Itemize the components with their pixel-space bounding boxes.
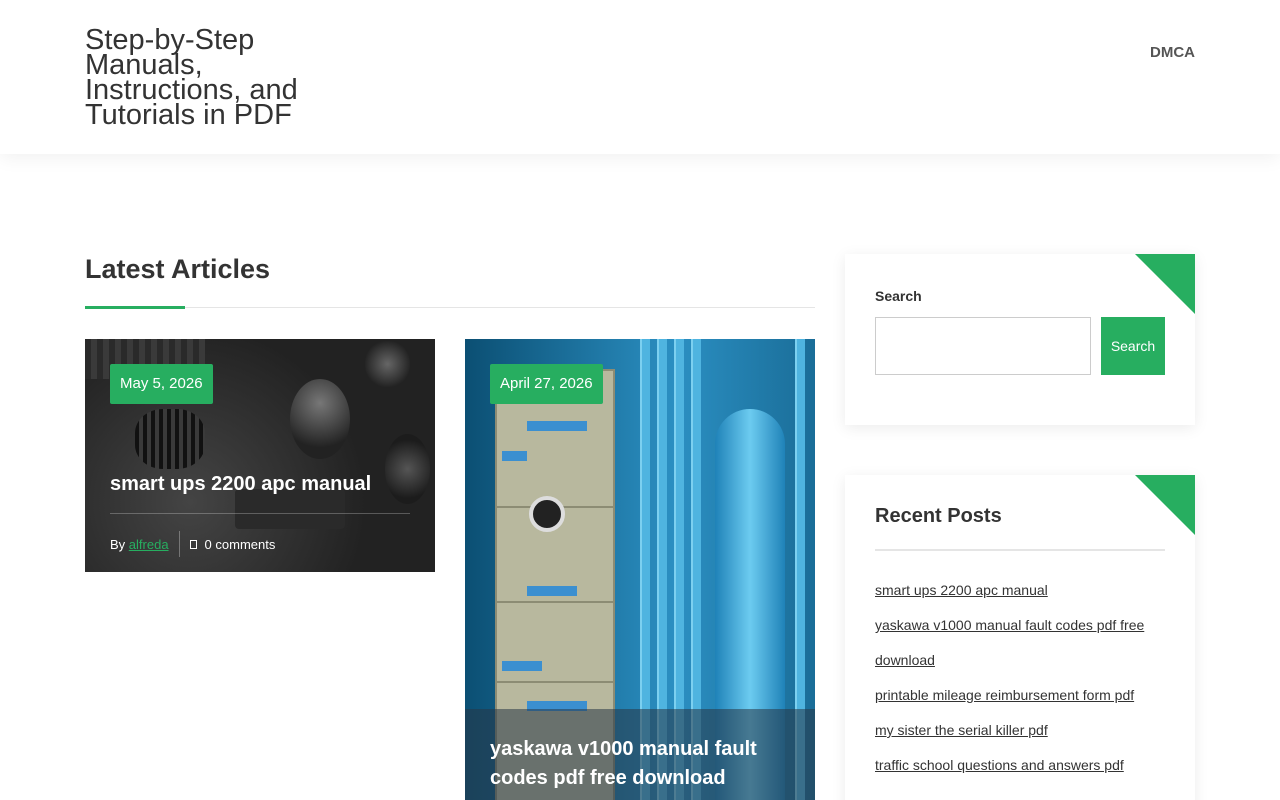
article-title[interactable]: yaskawa v1000 manual fault codes pdf fre… [490, 735, 790, 793]
list-item: smart ups 2200 apc manual [875, 573, 1165, 608]
article-divider [110, 513, 410, 514]
meta-separator [178, 531, 180, 557]
widget-corner-accent [1135, 254, 1195, 314]
section-divider [85, 307, 815, 308]
recent-posts-widget: Recent Posts smart ups 2200 apc manual y… [845, 475, 1195, 800]
list-item: traffic school questions and answers pdf [875, 748, 1165, 783]
search-button[interactable]: Search [1101, 317, 1165, 375]
widget-corner-accent [1135, 475, 1195, 535]
author-by-label: By [110, 536, 126, 552]
article-meta: By alfreda 0 comments [110, 531, 275, 557]
search-input[interactable] [875, 317, 1091, 375]
recent-post-link[interactable]: traffic school questions and answers pdf [875, 757, 1124, 773]
article-title[interactable]: smart ups 2200 apc manual [110, 470, 371, 499]
nav-link-dmca[interactable]: DMCA [1150, 44, 1195, 61]
search-label: Search [875, 288, 922, 304]
recent-post-link[interactable]: smart ups 2200 apc manual [875, 582, 1048, 598]
recent-posts-divider [875, 549, 1165, 551]
comment-icon [189, 539, 197, 549]
article-card[interactable]: April 27, 2026 yaskawa v1000 manual faul… [465, 339, 815, 800]
article-card[interactable]: May 5, 2026 smart ups 2200 apc manual By… [85, 339, 435, 572]
recent-posts-title: Recent Posts [875, 505, 1002, 527]
section-title: Latest Articles [85, 254, 271, 284]
site-header: Step-by-Step Manuals, Instructions, and … [0, 0, 1280, 154]
list-item: printable mileage reimbursement form pdf [875, 678, 1165, 713]
list-item: my sister the serial killer pdf [875, 713, 1165, 748]
article-comments[interactable]: 0 comments [205, 537, 276, 552]
recent-post-link[interactable]: yaskawa v1000 manual fault codes pdf fre… [875, 617, 1144, 668]
article-date-badge[interactable]: April 27, 2026 [490, 364, 603, 404]
recent-post-link[interactable]: printable mileage reimbursement form pdf [875, 687, 1134, 703]
article-date-badge[interactable]: May 5, 2026 [110, 364, 213, 404]
section-divider-accent [85, 306, 185, 309]
article-author: By alfreda [110, 537, 169, 552]
recent-posts-list: smart ups 2200 apc manual yaskawa v1000 … [875, 573, 1165, 783]
site-title[interactable]: Step-by-Step Manuals, Instructions, and … [85, 26, 335, 130]
author-link[interactable]: alfreda [129, 537, 169, 552]
recent-post-link[interactable]: my sister the serial killer pdf [875, 722, 1048, 738]
search-widget: Search Search [845, 254, 1195, 425]
list-item: yaskawa v1000 manual fault codes pdf fre… [875, 608, 1165, 678]
